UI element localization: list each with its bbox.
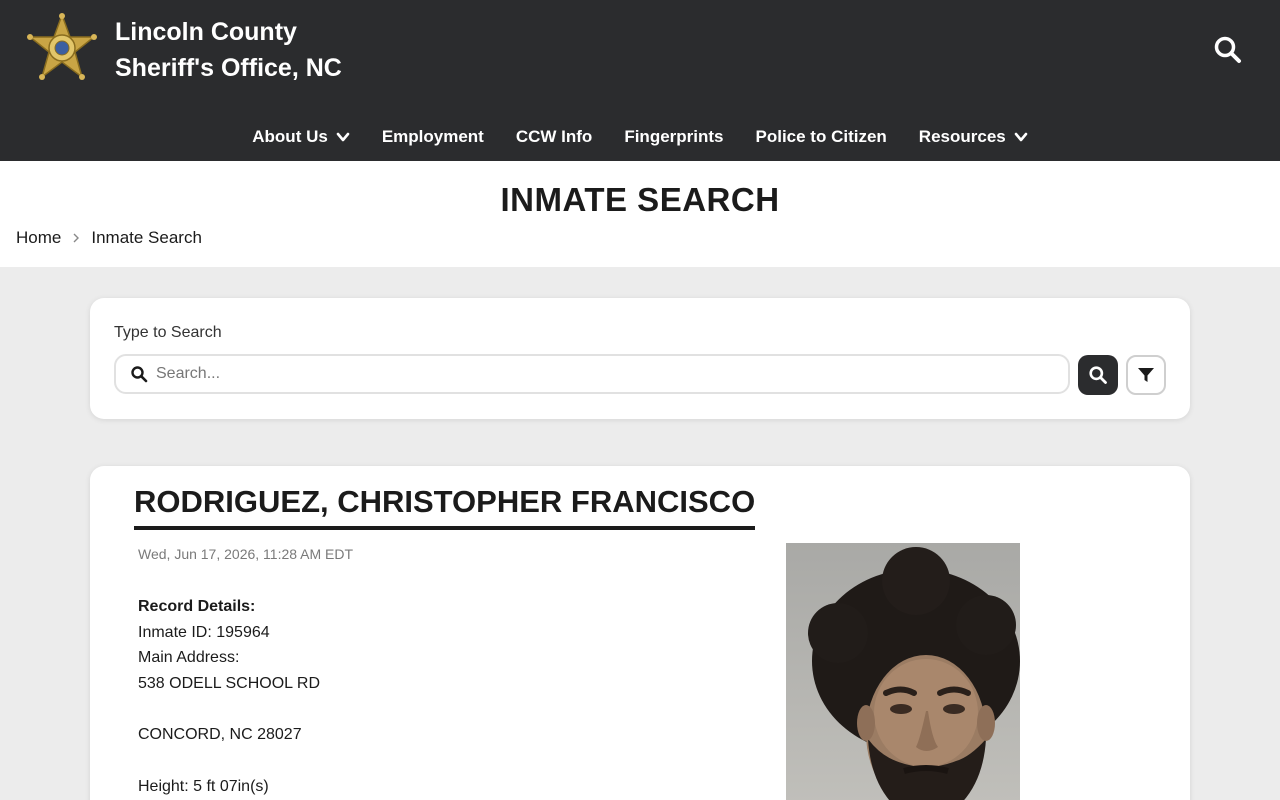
header-search-button[interactable] xyxy=(1212,34,1244,66)
page-title: INMATE SEARCH xyxy=(500,181,780,218)
search-submit-button[interactable] xyxy=(1078,355,1118,395)
record-timestamp: Wed, Jun 17, 2026, 11:28 AM EDT xyxy=(138,546,354,562)
page-title-bar: INMATE SEARCH Home Inmate Search xyxy=(0,161,1280,267)
address-label: Main Address: xyxy=(138,649,240,666)
breadcrumb-current: Inmate Search xyxy=(91,228,202,247)
nav-item-label: Fingerprints xyxy=(624,127,724,146)
inmate-height: Height: 5 ft 07in(s) xyxy=(138,777,269,795)
record-details: Record Details: Inmate ID: 195964 Main A… xyxy=(138,594,320,799)
inmate-record-card: RODRIGUEZ, CHRISTOPHER FRANCISCO Wed, Ju… xyxy=(90,466,1190,800)
address-line2: CONCORD, NC 28027 xyxy=(138,726,302,743)
chevron-down-icon xyxy=(336,132,350,142)
record-details-heading: Record Details: xyxy=(138,598,256,615)
sheriff-badge-logo[interactable] xyxy=(26,12,98,83)
nav-item-police-to-citizen[interactable]: Police to Citizen xyxy=(756,127,887,147)
search-input[interactable] xyxy=(156,365,1068,383)
nav-item-employment[interactable]: Employment xyxy=(382,127,484,147)
filter-button[interactable] xyxy=(1126,355,1166,395)
nav-item-ccw-info[interactable]: CCW Info xyxy=(516,127,592,147)
site-header: Lincoln County Sheriff's Office, NC Abou… xyxy=(0,0,1280,161)
chevron-down-icon xyxy=(1014,132,1028,142)
search-icon xyxy=(1089,366,1107,384)
nav-item-label: Police to Citizen xyxy=(755,127,887,146)
search-field[interactable] xyxy=(114,354,1070,394)
nav-item-resources[interactable]: Resources xyxy=(919,127,1028,147)
main-nav: About Us Employment CCW Info Fingerprint… xyxy=(0,117,1280,157)
nav-item-fingerprints[interactable]: Fingerprints xyxy=(624,127,723,147)
filter-icon xyxy=(1138,368,1154,382)
nav-item-label: Employment xyxy=(381,127,484,146)
address-line1: 538 ODELL SCHOOL RD xyxy=(138,674,320,692)
nav-item-label: CCW Info xyxy=(515,127,593,146)
nav-item-label: About Us xyxy=(252,127,328,146)
breadcrumb: Home Inmate Search xyxy=(16,228,202,248)
inmate-name[interactable]: RODRIGUEZ, CHRISTOPHER FRANCISCO xyxy=(134,484,756,530)
search-card: Type to Search xyxy=(90,298,1190,419)
search-icon xyxy=(131,366,148,383)
chevron-right-icon xyxy=(73,233,80,243)
site-title[interactable]: Lincoln County Sheriff's Office, NC xyxy=(115,14,342,86)
nav-item-label: Resources xyxy=(918,127,1006,146)
search-label: Type to Search xyxy=(114,324,222,341)
breadcrumb-home-link[interactable]: Home xyxy=(16,228,61,248)
sheriff-star-icon xyxy=(27,12,97,80)
site-title-line2: Sheriff's Office, NC xyxy=(115,54,342,82)
site-title-line1: Lincoln County xyxy=(115,18,297,46)
inmate-mugshot-photo[interactable] xyxy=(786,543,1020,800)
inmate-id: Inmate ID: 195964 xyxy=(138,623,270,641)
nav-item-about-us[interactable]: About Us xyxy=(252,127,350,147)
search-icon xyxy=(1214,36,1241,63)
mugshot-image xyxy=(786,543,1020,800)
